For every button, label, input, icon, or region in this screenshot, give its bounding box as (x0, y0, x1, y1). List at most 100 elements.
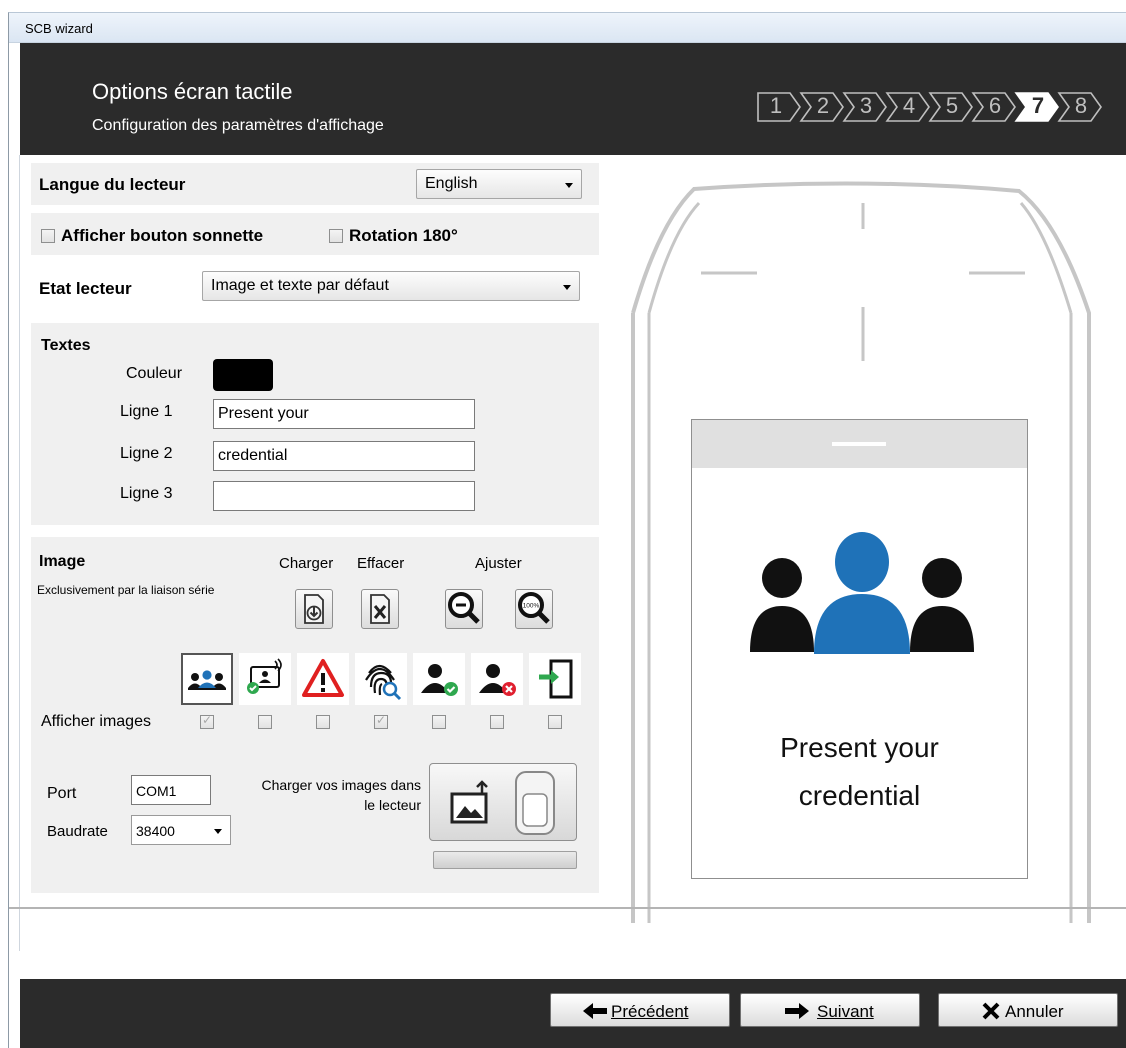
step-number: 8 (1074, 93, 1088, 118)
step-number: 3 (859, 93, 873, 118)
line1-input[interactable]: Present your (213, 399, 475, 429)
port-value: COM1 (136, 783, 177, 799)
rotation-label: Rotation 180° (349, 226, 458, 245)
user-granted-icon[interactable] (413, 653, 465, 705)
status-dash (832, 442, 886, 446)
line3-input[interactable] (213, 481, 475, 511)
step-7: 7 (1014, 91, 1059, 123)
group-users-icon[interactable] (181, 653, 233, 705)
show-image-checkbox[interactable] (258, 715, 272, 729)
line2-value: credential (218, 447, 288, 464)
previous-button[interactable]: Précédent (550, 993, 730, 1027)
show-image-checkbox[interactable] (374, 713, 388, 729)
badge-ok-icon[interactable] (239, 653, 291, 705)
zoom-100-button[interactable]: 100% (515, 589, 553, 629)
show-image-checkbox[interactable] (490, 715, 504, 729)
step-2: 2 (799, 91, 844, 123)
previous-label: Précédent (611, 1002, 689, 1021)
window-title: SCB wizard (25, 21, 93, 36)
show-image-checkbox[interactable] (548, 715, 562, 729)
step-number: 7 (1031, 93, 1045, 118)
step-1: 1 (756, 91, 801, 123)
show-image-checkbox[interactable] (432, 715, 446, 729)
texts-panel: Textes Couleur Ligne 1 Present your Lign… (31, 323, 599, 525)
chevron-down-icon (565, 183, 573, 188)
show-image-checkbox[interactable] (200, 713, 214, 729)
baud-select[interactable]: 38400 (131, 815, 231, 845)
arrow-right-icon (785, 1003, 809, 1019)
adjust-label: Ajuster (475, 555, 522, 572)
text-color-swatch[interactable] (213, 359, 273, 391)
content-divider (9, 907, 1126, 909)
fingerprint-icon[interactable] (355, 653, 407, 705)
wizard-window: SCB wizard Options écran tactile Configu… (8, 12, 1126, 1048)
next-button[interactable]: Suivant (740, 993, 920, 1027)
step-number: 6 (988, 93, 1002, 118)
rotation-checkbox[interactable] (329, 229, 343, 243)
group-users-icon (750, 532, 974, 654)
line1-label: Ligne 1 (120, 403, 173, 420)
clear-label: Effacer (357, 555, 405, 572)
cancel-button[interactable]: Annuler (938, 993, 1118, 1027)
chevron-down-icon (214, 829, 222, 834)
show-images-label: Afficher images (41, 713, 151, 730)
wizard-footer: Précédent Suivant Annuler (20, 979, 1126, 1048)
show-image-checkbox[interactable] (316, 715, 330, 729)
upload-label: Charger vos images dans le lecteur (261, 777, 421, 813)
close-icon (982, 1002, 1000, 1020)
line2-input[interactable]: credential (213, 441, 475, 471)
language-select[interactable]: English (416, 169, 582, 199)
arrow-left-icon (583, 1003, 607, 1019)
reader-state-label: Etat lecteur (39, 279, 132, 298)
load-label: Charger (279, 555, 334, 572)
step-number: 5 (945, 93, 959, 118)
doorbell-checkbox[interactable] (41, 229, 55, 243)
upload-images-icon (450, 771, 555, 835)
user-denied-icon[interactable] (471, 653, 523, 705)
preview-line-1: Present your (780, 732, 939, 763)
download-icon (304, 594, 324, 624)
step-number: 2 (816, 93, 830, 118)
doorbell-label: Afficher bouton sonnette (61, 226, 264, 245)
left-border (9, 155, 20, 951)
line3-label: Ligne 3 (120, 485, 173, 502)
preview-line-2: credential (798, 780, 921, 811)
step-5: 5 (928, 91, 973, 123)
clear-image-button[interactable] (361, 589, 399, 629)
step-3: 3 (842, 91, 887, 123)
load-image-button[interactable] (295, 589, 333, 629)
chevron-down-icon (563, 285, 571, 290)
warning-icon[interactable] (297, 653, 349, 705)
page-subtitle: Configuration des paramètres d'affichage (92, 117, 384, 134)
image-heading: Image (39, 553, 86, 570)
port-label: Port (47, 785, 77, 802)
title-bar: SCB wizard (9, 13, 1126, 43)
step-number: 4 (902, 93, 916, 118)
delete-file-icon (370, 594, 390, 624)
color-label: Couleur (126, 365, 183, 382)
door-enter-icon[interactable] (529, 653, 581, 705)
baud-label: Baudrate (47, 823, 108, 840)
page-title: Options écran tactile (92, 79, 293, 104)
language-select-value: English (425, 175, 478, 192)
upload-progress-bar (433, 851, 577, 869)
options-panel: Afficher bouton sonnette Rotation 180° (31, 213, 599, 255)
cancel-label: Annuler (1005, 1002, 1064, 1021)
language-panel: Langue du lecteur English (31, 163, 599, 205)
step-4: 4 (885, 91, 930, 123)
step-6: 6 (971, 91, 1016, 123)
step-8: 8 (1057, 91, 1102, 123)
port-input[interactable]: COM1 (131, 775, 211, 805)
zoom-out-button[interactable] (445, 589, 483, 629)
zoom-100-icon: 100% (518, 592, 550, 624)
language-label: Langue du lecteur (39, 175, 186, 194)
line2-label: Ligne 2 (120, 445, 173, 462)
next-label: Suivant (817, 1002, 874, 1021)
step-number: 1 (769, 93, 783, 118)
reader-state-select[interactable]: Image et texte par défaut (202, 271, 580, 301)
upload-images-button[interactable] (429, 763, 577, 841)
svg-text:100%: 100% (523, 603, 540, 610)
zoom-out-icon (448, 592, 480, 624)
wizard-header: Options écran tactile Configuration des … (20, 43, 1126, 155)
texts-heading: Textes (41, 337, 91, 354)
